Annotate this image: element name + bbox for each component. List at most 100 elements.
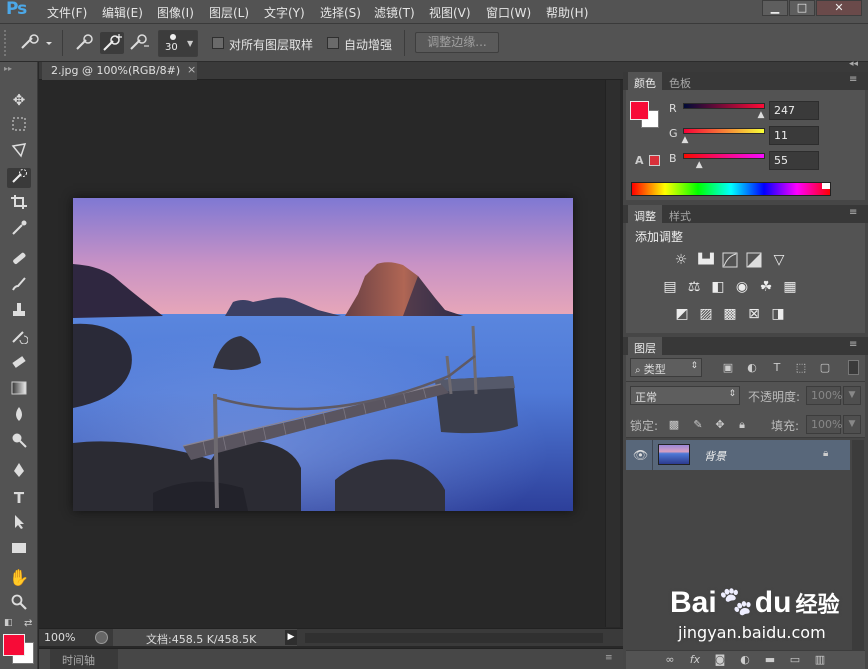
healing-brush-tool-icon[interactable] bbox=[7, 250, 31, 270]
restore-button[interactable]: □ bbox=[789, 0, 815, 16]
close-tab-icon[interactable]: × bbox=[187, 63, 196, 76]
panel-menu-icon[interactable]: ≡ bbox=[849, 207, 857, 218]
eraser-tool-icon[interactable] bbox=[7, 354, 31, 374]
eyedropper-tool-icon[interactable] bbox=[7, 220, 31, 240]
red-slider-track[interactable] bbox=[683, 103, 765, 109]
blue-slider-thumb[interactable]: ▲ bbox=[696, 160, 703, 170]
auto-enhance-checkbox[interactable] bbox=[327, 37, 339, 49]
blue-slider-track[interactable] bbox=[683, 153, 765, 159]
tab-color[interactable]: 颜色 bbox=[628, 72, 662, 90]
lock-all-icon[interactable]: 🔒︎ bbox=[736, 419, 748, 431]
canvas-image[interactable] bbox=[73, 198, 573, 511]
menu-filter[interactable]: 滤镜(T) bbox=[374, 4, 415, 21]
gamut-warning-icon[interactable]: A bbox=[635, 154, 644, 167]
tab-swatches[interactable]: 色板 bbox=[663, 72, 697, 90]
lock-position-icon[interactable]: ✥ bbox=[714, 419, 726, 431]
blend-mode-dropdown[interactable]: 正常 ⇕ bbox=[630, 386, 740, 405]
new-group-icon[interactable]: ▬ bbox=[764, 654, 776, 666]
hand-tool-icon[interactable]: ✋ bbox=[7, 568, 31, 588]
gamut-color-swatch[interactable] bbox=[649, 155, 660, 166]
sample-all-layers-checkbox[interactable] bbox=[212, 37, 224, 49]
threshold-icon[interactable]: ▩ bbox=[722, 306, 738, 322]
panel-menu-icon[interactable]: ≡ bbox=[849, 74, 857, 85]
shape-layer-filter-icon[interactable]: ⬚ bbox=[795, 362, 807, 374]
layer-filter-dropdown[interactable]: ⌕ 类型 ⇕ bbox=[630, 358, 702, 377]
rectangle-tool-icon[interactable] bbox=[7, 540, 31, 560]
color-spectrum-bar[interactable] bbox=[631, 182, 831, 196]
trash-icon[interactable]: ▥ bbox=[814, 654, 826, 666]
collapse-dock-icon[interactable]: ◂◂ bbox=[849, 59, 858, 69]
swap-colors-icon[interactable]: ⇄ bbox=[24, 618, 32, 629]
panel-menu-icon[interactable]: ≡ bbox=[849, 339, 857, 350]
history-brush-tool-icon[interactable] bbox=[7, 328, 31, 348]
fx-icon[interactable]: fx bbox=[689, 654, 701, 666]
fill-field[interactable]: 100% bbox=[806, 415, 842, 434]
filter-toggle-switch[interactable] bbox=[848, 360, 859, 375]
move-tool-icon[interactable]: ✥ bbox=[7, 90, 31, 110]
gradient-tool-icon[interactable] bbox=[7, 380, 31, 400]
color-balance-icon[interactable]: ⚖ bbox=[686, 279, 702, 295]
green-slider-thumb[interactable]: ▲ bbox=[682, 135, 689, 145]
brush-size-picker[interactable]: 30 ▼ bbox=[158, 30, 198, 57]
menu-edit[interactable]: 编辑(E) bbox=[102, 4, 143, 21]
status-info-icon[interactable] bbox=[95, 631, 108, 644]
dodge-tool-icon[interactable] bbox=[7, 432, 31, 452]
red-value-field[interactable]: 247 bbox=[769, 101, 819, 120]
menu-window[interactable]: 窗口(W) bbox=[486, 4, 531, 21]
collapse-icon[interactable]: ▸▸ bbox=[4, 64, 12, 73]
channel-mixer-icon[interactable]: ☘ bbox=[758, 279, 774, 295]
layer-row[interactable]: 👁︎ 背景 🔒︎ bbox=[626, 440, 850, 470]
red-slider-thumb[interactable]: ▲ bbox=[757, 110, 764, 120]
invert-icon[interactable]: ◩ bbox=[674, 306, 690, 322]
zoom-level[interactable]: 100% bbox=[44, 631, 75, 644]
black-white-icon[interactable]: ◧ bbox=[710, 279, 726, 295]
brush-tool-icon[interactable] bbox=[7, 276, 31, 296]
brightness-contrast-icon[interactable]: ☼ bbox=[673, 252, 689, 268]
levels-icon[interactable]: ▙▟ bbox=[698, 252, 714, 268]
smart-object-filter-icon[interactable]: ▢ bbox=[819, 362, 831, 374]
horizontal-scrollbar[interactable] bbox=[305, 633, 603, 643]
timeline-tab[interactable]: 时间轴 bbox=[50, 649, 118, 669]
new-adjustment-icon[interactable]: ◐ bbox=[739, 654, 751, 666]
pen-tool-icon[interactable] bbox=[7, 462, 31, 482]
quick-selection-tool-icon[interactable] bbox=[7, 168, 31, 188]
menu-view[interactable]: 视图(V) bbox=[429, 4, 471, 21]
menu-select[interactable]: 选择(S) bbox=[320, 4, 361, 21]
tool-preset-picker[interactable] bbox=[18, 34, 54, 52]
tab-layers[interactable]: 图层 bbox=[628, 337, 662, 355]
type-tool-icon[interactable]: T bbox=[7, 488, 31, 508]
lasso-tool-icon[interactable] bbox=[7, 142, 31, 162]
opacity-dropdown-arrow-icon[interactable]: ▼ bbox=[843, 386, 861, 405]
curves-icon[interactable] bbox=[722, 252, 738, 268]
status-menu-arrow-icon[interactable]: ▶ bbox=[285, 630, 297, 645]
tab-styles[interactable]: 样式 bbox=[663, 205, 697, 223]
foreground-color-swatch[interactable] bbox=[3, 634, 25, 656]
pixel-layer-filter-icon[interactable]: ▣ bbox=[722, 362, 734, 374]
minimize-button[interactable]: ▁ bbox=[762, 0, 788, 16]
menu-help[interactable]: 帮助(H) bbox=[546, 4, 588, 21]
vertical-scrollbar[interactable] bbox=[605, 80, 620, 627]
selective-color-icon[interactable]: ◨ bbox=[770, 306, 786, 322]
spectrum-white-swatch[interactable] bbox=[822, 183, 830, 189]
green-value-field[interactable]: 11 bbox=[769, 126, 819, 145]
visibility-eye-icon[interactable]: 👁︎ bbox=[633, 448, 648, 462]
panel-menu-icon[interactable]: ≡ bbox=[605, 653, 613, 663]
crop-tool-icon[interactable] bbox=[7, 194, 31, 214]
new-selection-icon[interactable] bbox=[74, 34, 96, 52]
adjustment-layer-filter-icon[interactable]: ◐ bbox=[746, 362, 758, 374]
close-button[interactable]: ✕ bbox=[816, 0, 862, 16]
gradient-map-icon[interactable]: ⊠ bbox=[746, 306, 762, 322]
tab-adjustments[interactable]: 调整 bbox=[628, 205, 662, 223]
add-mask-icon[interactable]: ◙ bbox=[714, 654, 726, 666]
menu-image[interactable]: 图像(I) bbox=[157, 4, 194, 21]
marquee-tool-icon[interactable] bbox=[7, 116, 31, 136]
path-selection-tool-icon[interactable] bbox=[7, 514, 31, 534]
link-layers-icon[interactable]: ∞ bbox=[664, 654, 676, 666]
new-layer-icon[interactable]: ▭ bbox=[789, 654, 801, 666]
default-colors-icon[interactable]: ◧ bbox=[4, 618, 13, 628]
blue-value-field[interactable]: 55 bbox=[769, 151, 819, 170]
vibrance-icon[interactable]: ▽ bbox=[771, 252, 787, 268]
subtract-from-selection-icon[interactable] bbox=[128, 34, 150, 52]
lock-transparent-icon[interactable]: ▩ bbox=[668, 419, 680, 431]
green-slider-track[interactable] bbox=[683, 128, 765, 134]
